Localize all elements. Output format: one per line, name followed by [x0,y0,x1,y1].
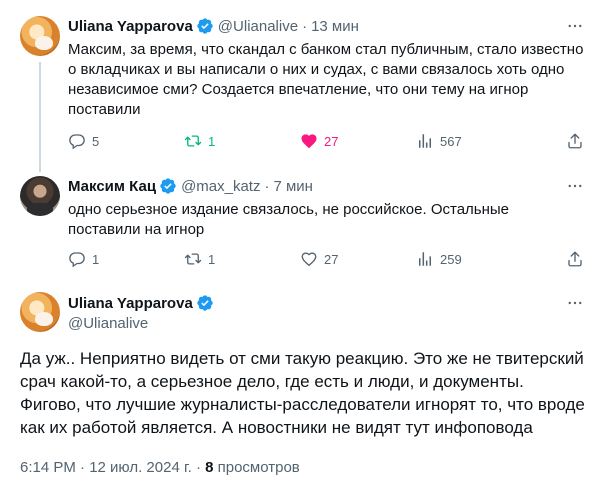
repost-count: 1 [208,133,216,149]
more-icon[interactable] [566,294,584,312]
avatar[interactable] [20,176,60,216]
reply-count: 5 [92,133,100,149]
separator-dot: · [302,17,308,35]
reply-count: 1 [92,251,100,267]
like-button[interactable]: 27 [300,132,338,150]
timestamp[interactable]: 7 мин [273,178,313,195]
avatar[interactable] [20,16,60,56]
tweet-text: Максим, за время, что скандал с банком с… [68,41,584,118]
tweet-meta: 6:14 PM · 12 июл. 2024 г. · 8 просмотров [20,459,300,476]
tweet-text: одно серьезное издание связалось, не рос… [68,201,510,238]
author-name[interactable]: Максим Кац [68,178,156,195]
repost-button[interactable]: 1 [184,132,215,150]
views-icon [419,252,431,266]
avatar[interactable] [20,292,60,332]
action-bar: 1 1 27 259 [68,250,584,270]
verified-badge-icon [197,18,213,34]
action-bar: 5 1 27 567 [68,132,584,152]
main-tweet: Uliana Yapparova @Ulianalive Да уж.. Неп… [0,288,600,492]
views-button[interactable]: 567 [416,132,462,150]
reply-icon [69,252,85,268]
author-name[interactable]: Uliana Yapparova [68,18,193,35]
reply-button[interactable]: 1 [68,250,99,268]
views-label: просмотров [213,459,300,476]
like-button[interactable]: 27 [300,250,338,268]
like-icon [301,252,317,267]
reply-tweet-2[interactable]: Максим Кац @max_katz · 7 мин одно серьез… [0,170,600,288]
more-icon[interactable] [566,177,584,195]
verified-badge-icon [160,178,176,194]
author-handle[interactable]: @Ulianalive [218,18,298,35]
share-icon[interactable] [566,132,584,150]
repost-button[interactable]: 1 [184,250,215,268]
author-handle[interactable]: @Ulianalive [68,315,148,332]
timestamp[interactable]: 13 мин [311,18,359,35]
like-count: 27 [324,251,339,267]
reply-icon [69,134,85,150]
tweet-timestamp[interactable]: 6:14 PM · 12 июл. 2024 г. · [20,459,205,476]
views-button[interactable]: 259 [416,250,462,268]
author-name[interactable]: Uliana Yapparova [68,295,193,312]
more-icon[interactable] [566,17,584,35]
like-icon [301,134,317,149]
views-count: 259 [440,251,462,267]
repost-icon [184,135,202,147]
repost-icon [184,253,202,265]
verified-badge-icon [197,295,213,311]
views-icon [419,134,431,148]
repost-count: 1 [208,251,216,267]
like-count: 27 [324,133,339,149]
share-icon[interactable] [566,250,584,268]
tweet-text: Да уж.. Неприятно видеть от сми такую ре… [20,349,585,437]
author-handle[interactable]: @max_katz [181,178,260,195]
reply-button[interactable]: 5 [68,132,99,150]
reply-tweet-1[interactable]: Uliana Yapparova @Ulianalive · 13 мин Ма… [0,0,600,170]
views-count: 567 [440,133,462,149]
separator-dot: · [264,177,270,195]
